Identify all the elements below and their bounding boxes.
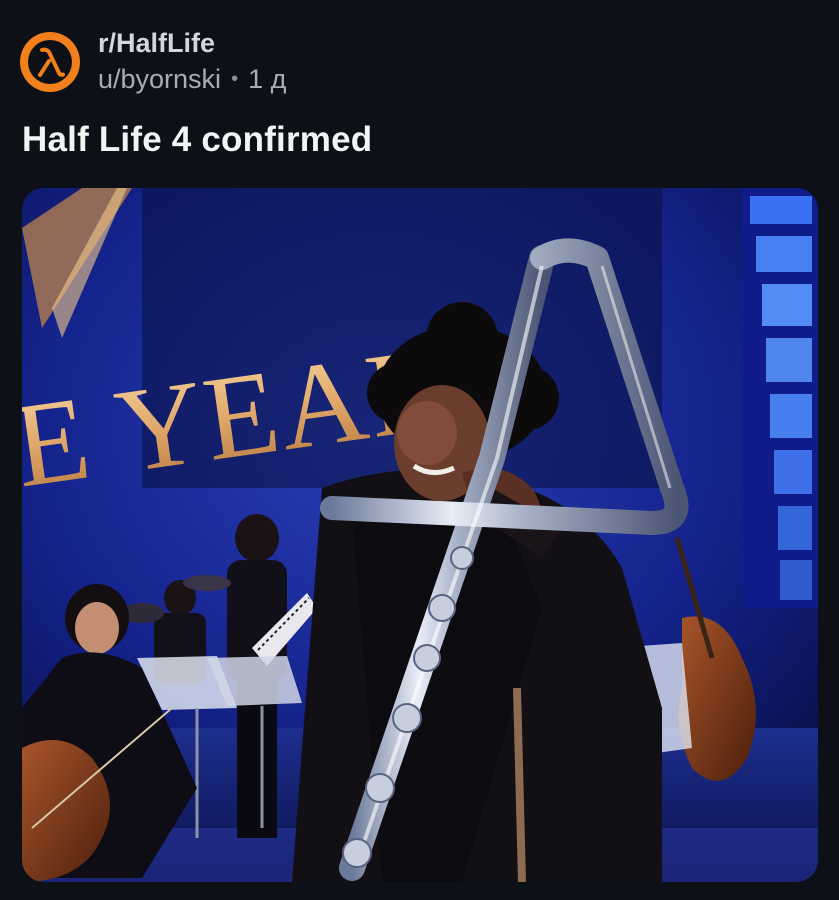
post-meta: r/HalfLife u/byornski • 1 д (98, 22, 286, 102)
author-line: u/byornski • 1 д (98, 61, 286, 97)
subreddit-name[interactable]: r/HalfLife (98, 27, 286, 59)
post-title[interactable]: Half Life 4 confirmed (22, 120, 372, 160)
post-card[interactable]: r/HalfLife u/byornski • 1 д Half Life 4 … (0, 0, 839, 900)
post-image[interactable]: E YEAR (22, 188, 818, 882)
lambda-icon (28, 40, 72, 84)
subreddit-avatar[interactable] (20, 32, 80, 92)
meta-separator: • (231, 68, 239, 90)
author-name[interactable]: u/byornski (98, 61, 221, 97)
led-wall (742, 188, 818, 608)
post-age: 1 д (248, 64, 287, 94)
post-header: r/HalfLife u/byornski • 1 д (20, 22, 286, 102)
